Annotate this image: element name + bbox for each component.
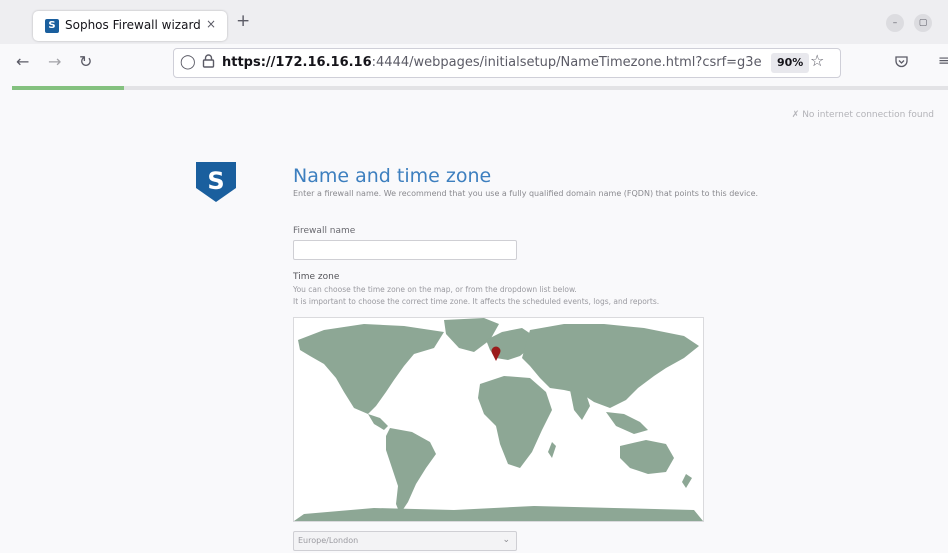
navigation-bar: ← → ↻ ◯ https://172.16.16.16:4444/webpag…: [0, 44, 948, 84]
forward-arrow-icon[interactable]: →: [48, 54, 61, 70]
chevron-down-icon: ⌄: [502, 535, 510, 545]
asia-shape: [522, 324, 699, 408]
sophos-logo-icon: S: [194, 160, 238, 204]
url-bar[interactable]: ◯ https://172.16.16.16:4444/webpages/ini…: [173, 48, 841, 78]
tab-title: Sophos Firewall wizard: [65, 18, 201, 32]
connection-status: ✗ No internet connection found: [792, 110, 934, 120]
timezone-label: Time zone: [293, 272, 340, 282]
wizard-progress-bar: [12, 86, 948, 90]
svg-text:S: S: [207, 167, 224, 195]
map-marker-icon[interactable]: [491, 346, 501, 362]
star-icon[interactable]: ☆: [810, 53, 824, 69]
timezone-help-text: You can choose the time zone on the map,…: [293, 285, 577, 294]
browser-tab[interactable]: S Sophos Firewall wizard ×: [33, 11, 227, 41]
url-text[interactable]: https://172.16.16.16:4444/webpages/initi…: [222, 55, 762, 70]
page-subtitle: Enter a firewall name. We recommend that…: [293, 189, 759, 198]
connection-status-text: No internet connection found: [802, 110, 934, 120]
madagascar-shape: [548, 442, 556, 458]
south-america-shape: [386, 428, 436, 514]
minimize-icon[interactable]: –: [886, 14, 904, 32]
tab-bar: S Sophos Firewall wizard × + – ▢: [0, 0, 948, 44]
north-america-shape: [298, 324, 444, 414]
southeast-asia-shape: [606, 412, 648, 434]
zoom-level[interactable]: 90%: [771, 53, 810, 73]
close-icon[interactable]: ×: [206, 17, 216, 31]
pocket-icon[interactable]: [895, 56, 908, 71]
menu-icon[interactable]: ≡: [938, 54, 948, 68]
sophos-favicon-icon: S: [45, 19, 59, 33]
australia-shape: [620, 440, 674, 474]
url-host: https://172.16.16.16: [222, 55, 372, 70]
timezone-select[interactable]: Europe/London ⌄: [293, 531, 517, 551]
back-arrow-icon[interactable]: ←: [16, 54, 29, 70]
timezone-select-value: Europe/London: [298, 536, 359, 545]
plus-icon[interactable]: +: [236, 13, 250, 30]
no-connection-icon: ✗: [791, 110, 803, 120]
africa-shape: [478, 376, 552, 468]
url-path: :4444/webpages/initialsetup/NameTimezone…: [371, 55, 762, 70]
shield-icon[interactable]: ◯: [180, 54, 196, 70]
timezone-map[interactable]: [293, 317, 704, 522]
firewall-name-input[interactable]: [293, 240, 517, 260]
reload-icon[interactable]: ↻: [79, 54, 92, 70]
maximize-icon[interactable]: ▢: [914, 14, 932, 32]
central-america-shape: [368, 414, 388, 430]
antarctica-shape: [294, 506, 703, 521]
lock-icon[interactable]: [202, 54, 215, 72]
wizard-progress-fill: [12, 86, 125, 90]
new-zealand-shape: [682, 474, 692, 488]
timezone-warning-text: It is important to choose the correct ti…: [293, 297, 660, 306]
firewall-name-label: Firewall name: [293, 226, 356, 236]
page-title: Name and time zone: [293, 165, 492, 187]
